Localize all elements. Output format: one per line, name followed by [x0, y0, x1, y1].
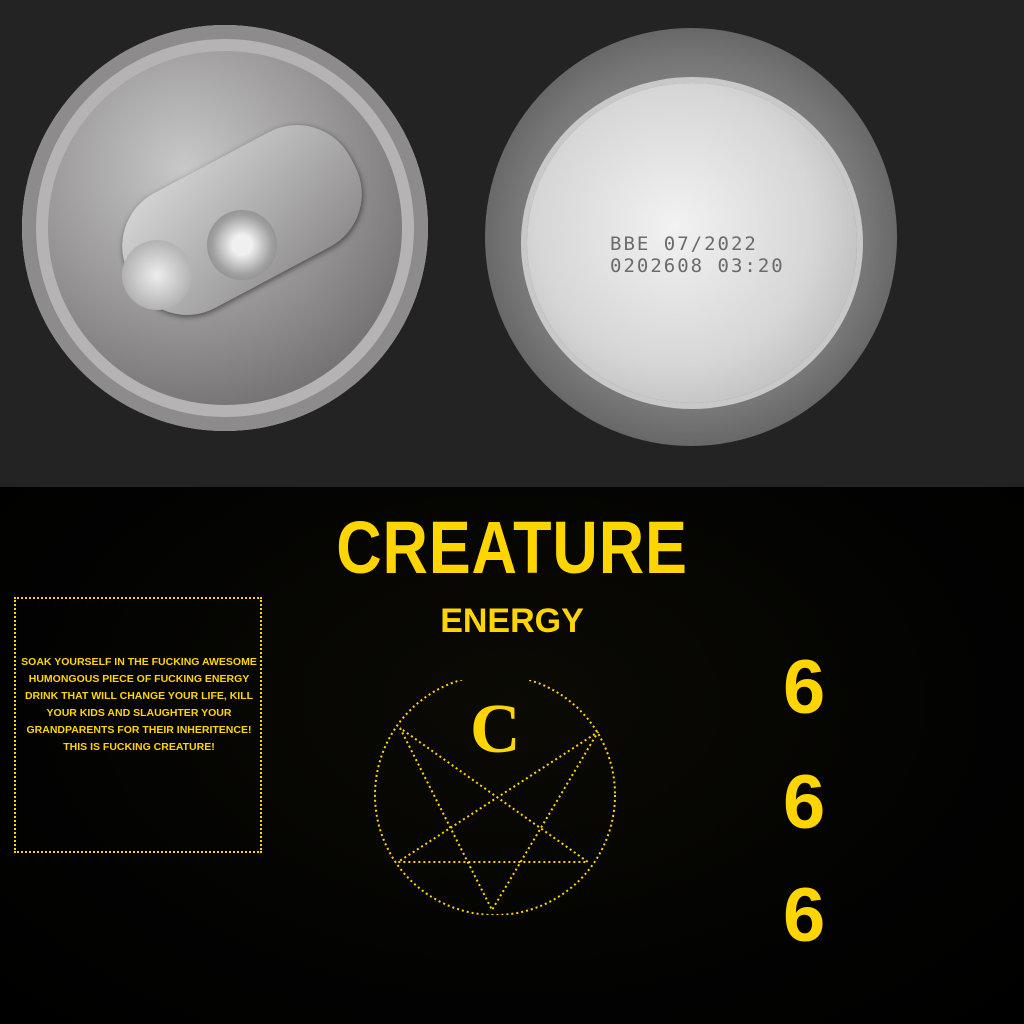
expiry-line: BBE 07/2022 — [610, 233, 758, 255]
number-six: 6 — [783, 873, 826, 958]
blurb-text: Soak yourself in the fucking awesome hum… — [21, 656, 257, 753]
expiry-code: BBE 07/2022 0202608 03:20 — [610, 233, 785, 277]
can-bottom-photo: BBE 07/2022 0202608 03:20 — [485, 28, 897, 446]
batch-line: 0202608 03:20 — [610, 255, 785, 277]
number-six: 6 — [783, 645, 826, 730]
emblem-letter: C — [470, 691, 521, 768]
number-six: 6 — [783, 760, 826, 845]
tab-hole — [122, 240, 192, 310]
brand-title: CREATURE — [336, 506, 688, 589]
can-lid-photo — [22, 25, 428, 431]
tab-rivet — [207, 210, 277, 280]
blurb-box: Soak yourself in the fucking awesome hum… — [14, 597, 262, 853]
can-photos-panel: BBE 07/2022 0202608 03:20 — [0, 0, 1024, 487]
